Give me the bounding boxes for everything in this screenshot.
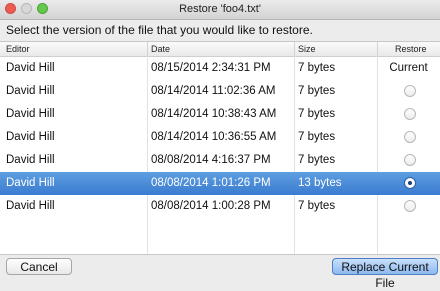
- column-header-date[interactable]: Date: [151, 44, 170, 54]
- editor-cell: David Hill: [6, 108, 55, 120]
- date-cell: 08/08/2014 4:16:37 PM: [151, 154, 271, 166]
- current-version-label: Current: [389, 62, 428, 74]
- title-bar: Restore 'foo4.txt': [0, 0, 440, 20]
- editor-cell: David Hill: [6, 154, 55, 166]
- size-cell: 7 bytes: [298, 200, 336, 212]
- versions-table: Editor Date Size Restore David Hill 08/1…: [0, 41, 440, 255]
- table-row[interactable]: David Hill 08/08/2014 4:16:37 PM 7 bytes: [0, 149, 440, 172]
- size-cell: 7 bytes: [298, 85, 336, 97]
- column-header-size[interactable]: Size: [298, 44, 316, 54]
- column-divider[interactable]: [377, 42, 378, 56]
- size-cell: 7 bytes: [298, 62, 336, 74]
- editor-cell: David Hill: [6, 85, 55, 97]
- restore-radio-button[interactable]: [404, 131, 416, 143]
- date-cell: 08/14/2014 10:36:55 AM: [151, 131, 277, 143]
- restore-radio-button[interactable]: [404, 200, 416, 212]
- restore-dialog: Restore 'foo4.txt' Select the version of…: [0, 0, 440, 290]
- instruction-text: Select the version of the file that you …: [6, 23, 313, 37]
- date-cell: 08/08/2014 1:00:28 PM: [151, 200, 271, 212]
- restore-radio-button[interactable]: [404, 85, 416, 97]
- table-row[interactable]: David Hill 08/14/2014 11:02:36 AM 7 byte…: [0, 80, 440, 103]
- column-header-editor[interactable]: Editor: [6, 44, 30, 54]
- column-divider[interactable]: [294, 42, 295, 56]
- editor-cell: David Hill: [6, 200, 55, 212]
- restore-radio-button[interactable]: [404, 108, 416, 120]
- table-row[interactable]: David Hill 08/14/2014 10:38:43 AM 7 byte…: [0, 103, 440, 126]
- size-cell: 13 bytes: [298, 177, 342, 189]
- size-cell: 7 bytes: [298, 131, 336, 143]
- window-title: Restore 'foo4.txt': [179, 3, 261, 15]
- table-header: Editor Date Size Restore: [0, 42, 440, 57]
- restore-radio-button-selected[interactable]: [404, 177, 416, 189]
- date-cell: 08/14/2014 11:02:36 AM: [151, 85, 276, 97]
- column-header-restore[interactable]: Restore: [395, 44, 427, 54]
- cancel-button[interactable]: Cancel: [6, 258, 72, 275]
- editor-cell: David Hill: [6, 62, 55, 74]
- editor-cell: David Hill: [6, 177, 55, 189]
- date-cell: 08/15/2014 2:34:31 PM: [151, 62, 271, 74]
- column-divider[interactable]: [147, 42, 148, 56]
- table-row[interactable]: David Hill 08/15/2014 2:34:31 PM 7 bytes…: [0, 57, 440, 80]
- size-cell: 7 bytes: [298, 108, 336, 120]
- date-cell: 08/14/2014 10:38:43 AM: [151, 108, 277, 120]
- date-cell: 08/08/2014 1:01:26 PM: [151, 177, 271, 189]
- editor-cell: David Hill: [6, 131, 55, 143]
- table-row[interactable]: David Hill 08/14/2014 10:36:55 AM 7 byte…: [0, 126, 440, 149]
- table-row[interactable]: David Hill 08/08/2014 1:00:28 PM 7 bytes: [0, 195, 440, 218]
- table-row-selected[interactable]: David Hill 08/08/2014 1:01:26 PM 13 byte…: [0, 172, 440, 195]
- restore-radio-button[interactable]: [404, 154, 416, 166]
- size-cell: 7 bytes: [298, 154, 336, 166]
- replace-current-file-button[interactable]: Replace Current File: [332, 258, 438, 290]
